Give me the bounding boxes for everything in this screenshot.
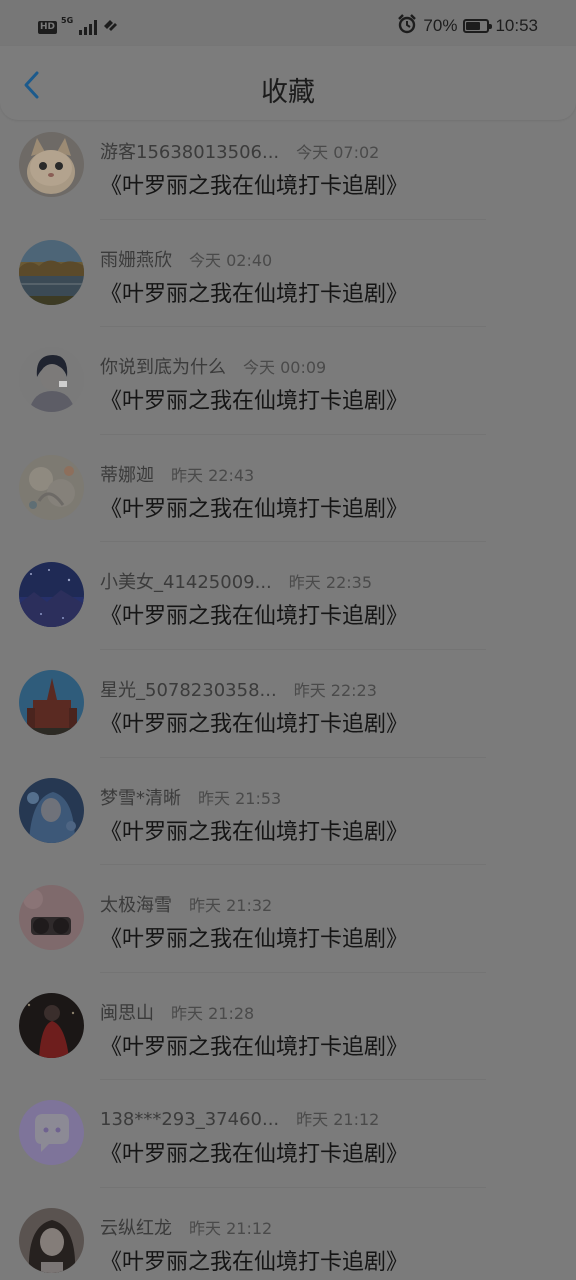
user-avatar[interactable] xyxy=(19,777,84,843)
chat-bubble-avatar xyxy=(19,1100,84,1166)
timestamp: 今天 07:02 xyxy=(296,143,380,162)
user-avatar[interactable] xyxy=(19,562,84,628)
user-name[interactable]: 游客15638013506... xyxy=(100,138,279,164)
timestamp: 昨天 21:28 xyxy=(171,1003,255,1023)
user-name[interactable]: 雨姗燕欣 xyxy=(100,246,172,272)
list-item[interactable]: 梦雪*清晰 昨天 21:53 《叶罗丽之我在仙境打卡追剧》 xyxy=(0,758,576,866)
user-name[interactable]: 梦雪*清晰 xyxy=(100,784,181,810)
user-avatar[interactable] xyxy=(19,1207,84,1273)
favorite-title[interactable]: 《叶罗丽之我在仙境打卡追剧》 xyxy=(100,276,408,308)
timestamp: 今天 02:40 xyxy=(189,250,273,270)
cat-avatar xyxy=(19,132,84,197)
user-name[interactable]: 星光_5078230358... xyxy=(100,676,277,702)
user-name[interactable]: 蒂娜迦 xyxy=(100,461,154,487)
anime-girl-blue-avatar xyxy=(19,777,84,843)
favorite-title[interactable]: 《叶罗丽之我在仙境打卡追剧》 xyxy=(100,598,408,630)
user-avatar[interactable] xyxy=(19,454,84,520)
user-avatar[interactable] xyxy=(19,992,84,1058)
list-item[interactable]: 小美女_41425009... 昨天 22:35 《叶罗丽之我在仙境打卡追剧》 xyxy=(0,542,576,650)
hotspot-icon xyxy=(101,17,119,37)
item-meta: 梦雪*清晰 昨天 21:53 xyxy=(100,784,281,810)
red-castle-avatar xyxy=(19,669,84,735)
item-meta: 蒂娜迦 昨天 22:43 xyxy=(100,461,254,487)
battery-icon xyxy=(463,19,493,33)
status-bar-right: 70% 10:53 xyxy=(397,14,538,38)
user-avatar[interactable] xyxy=(19,885,84,951)
favorite-title[interactable]: 《叶罗丽之我在仙境打卡追剧》 xyxy=(100,1136,408,1168)
red-dress-girl-avatar xyxy=(19,992,84,1058)
favorite-title[interactable]: 《叶罗丽之我在仙境打卡追剧》 xyxy=(100,706,408,738)
favorite-title[interactable]: 《叶罗丽之我在仙境打卡追剧》 xyxy=(100,1244,408,1276)
item-meta: 你说到底为什么 今天 00:09 xyxy=(100,353,326,379)
timestamp: 今天 00:09 xyxy=(243,358,327,378)
favorite-title[interactable]: 《叶罗丽之我在仙境打卡追剧》 xyxy=(100,921,408,953)
item-meta: 138***293_37460... 昨天 21:12 xyxy=(100,1106,379,1130)
starry-night-avatar xyxy=(19,562,84,628)
favorite-title[interactable]: 《叶罗丽之我在仙境打卡追剧》 xyxy=(100,491,408,523)
item-meta: 雨姗燕欣 今天 02:40 xyxy=(100,246,272,272)
item-meta: 小美女_41425009... 昨天 22:35 xyxy=(100,568,372,594)
user-avatar[interactable] xyxy=(19,347,84,413)
user-name[interactable]: 闽思山 xyxy=(100,999,154,1025)
timestamp: 昨天 21:12 xyxy=(296,1110,380,1130)
favorite-title[interactable]: 《叶罗丽之我在仙境打卡追剧》 xyxy=(100,814,408,846)
timestamp: 昨天 22:23 xyxy=(293,680,377,700)
list-item[interactable]: 蒂娜迦 昨天 22:43 《叶罗丽之我在仙境打卡追剧》 xyxy=(0,435,576,543)
status-bar-left: HD 5G xyxy=(38,17,119,37)
cell-signal-icon xyxy=(79,19,98,35)
hd-badge: HD xyxy=(38,20,58,34)
item-meta: 星光_5078230358... 昨天 22:23 xyxy=(100,676,377,702)
item-meta: 云纵红龙 昨天 21:12 xyxy=(100,1214,272,1240)
lake-landscape-avatar xyxy=(19,239,84,305)
list-item[interactable]: 云纵红龙 昨天 21:12 《叶罗丽之我在仙境打卡追剧》 xyxy=(0,1188,576,1280)
list-item[interactable]: 太极海雪 昨天 21:32 《叶罗丽之我在仙境打卡追剧》 xyxy=(0,865,576,973)
user-name[interactable]: 云纵红龙 xyxy=(100,1214,172,1240)
list-item[interactable]: 闽思山 昨天 21:28 《叶罗丽之我在仙境打卡追剧》 xyxy=(0,973,576,1081)
timestamp: 昨天 21:32 xyxy=(189,896,273,916)
user-name[interactable]: 你说到底为什么 xyxy=(100,353,226,379)
timestamp: 昨天 22:35 xyxy=(288,573,372,593)
battery-level xyxy=(466,22,481,30)
girl-photo-avatar xyxy=(19,1207,84,1273)
user-avatar[interactable] xyxy=(19,669,84,735)
user-name[interactable]: 小美女_41425009... xyxy=(100,568,272,594)
favorite-title[interactable]: 《叶罗丽之我在仙境打卡追剧》 xyxy=(100,1029,408,1061)
page-title: 收藏 xyxy=(261,77,315,108)
list-item[interactable]: 星光_5078230358... 昨天 22:23 《叶罗丽之我在仙境打卡追剧》 xyxy=(0,650,576,758)
list-item[interactable]: 你说到底为什么 今天 00:09 《叶罗丽之我在仙境打卡追剧》 xyxy=(0,327,576,435)
user-name[interactable]: 138***293_37460... xyxy=(100,1109,279,1130)
battery-percent: 70% xyxy=(423,16,458,35)
list-item[interactable]: 138***293_37460... 昨天 21:12 《叶罗丽之我在仙境打卡追剧》 xyxy=(0,1080,576,1188)
user-avatar[interactable] xyxy=(19,1100,84,1166)
timestamp: 昨天 22:43 xyxy=(171,465,255,485)
user-avatar[interactable] xyxy=(19,132,84,197)
item-meta: 太极海雪 昨天 21:32 xyxy=(100,891,272,917)
favorite-title[interactable]: 《叶罗丽之我在仙境打卡追剧》 xyxy=(100,383,408,415)
clock: 10:53 xyxy=(495,16,538,35)
list-item[interactable]: 雨姗燕欣 今天 02:40 《叶罗丽之我在仙境打卡追剧》 xyxy=(0,220,576,328)
anime-boy-avatar xyxy=(19,347,84,413)
user-avatar[interactable] xyxy=(19,239,84,305)
user-name[interactable]: 太极海雪 xyxy=(100,891,172,917)
timestamp: 昨天 21:12 xyxy=(189,1218,273,1238)
alarm-clock-icon xyxy=(397,14,417,38)
item-meta: 闽思山 昨天 21:28 xyxy=(100,999,254,1025)
favorites-list: 游客15638013506... 今天 07:02 《叶罗丽之我在仙境打卡追剧》 雨… xyxy=(0,112,576,1280)
item-meta: 游客15638013506... 今天 07:02 xyxy=(100,138,379,164)
favorites-screen: HD 5G 70% 10:53 收藏 游客15638013506... 今天 0… xyxy=(0,0,576,1280)
list-item[interactable]: 游客15638013506... 今天 07:02 《叶罗丽之我在仙境打卡追剧》 xyxy=(0,112,576,220)
favorite-title[interactable]: 《叶罗丽之我在仙境打卡追剧》 xyxy=(100,168,408,200)
app-header: 收藏 xyxy=(0,46,576,120)
network-type: 5G xyxy=(61,16,74,25)
camera-avatar xyxy=(19,885,84,951)
timestamp: 昨天 21:53 xyxy=(198,788,282,808)
flower-art-avatar xyxy=(19,454,84,520)
